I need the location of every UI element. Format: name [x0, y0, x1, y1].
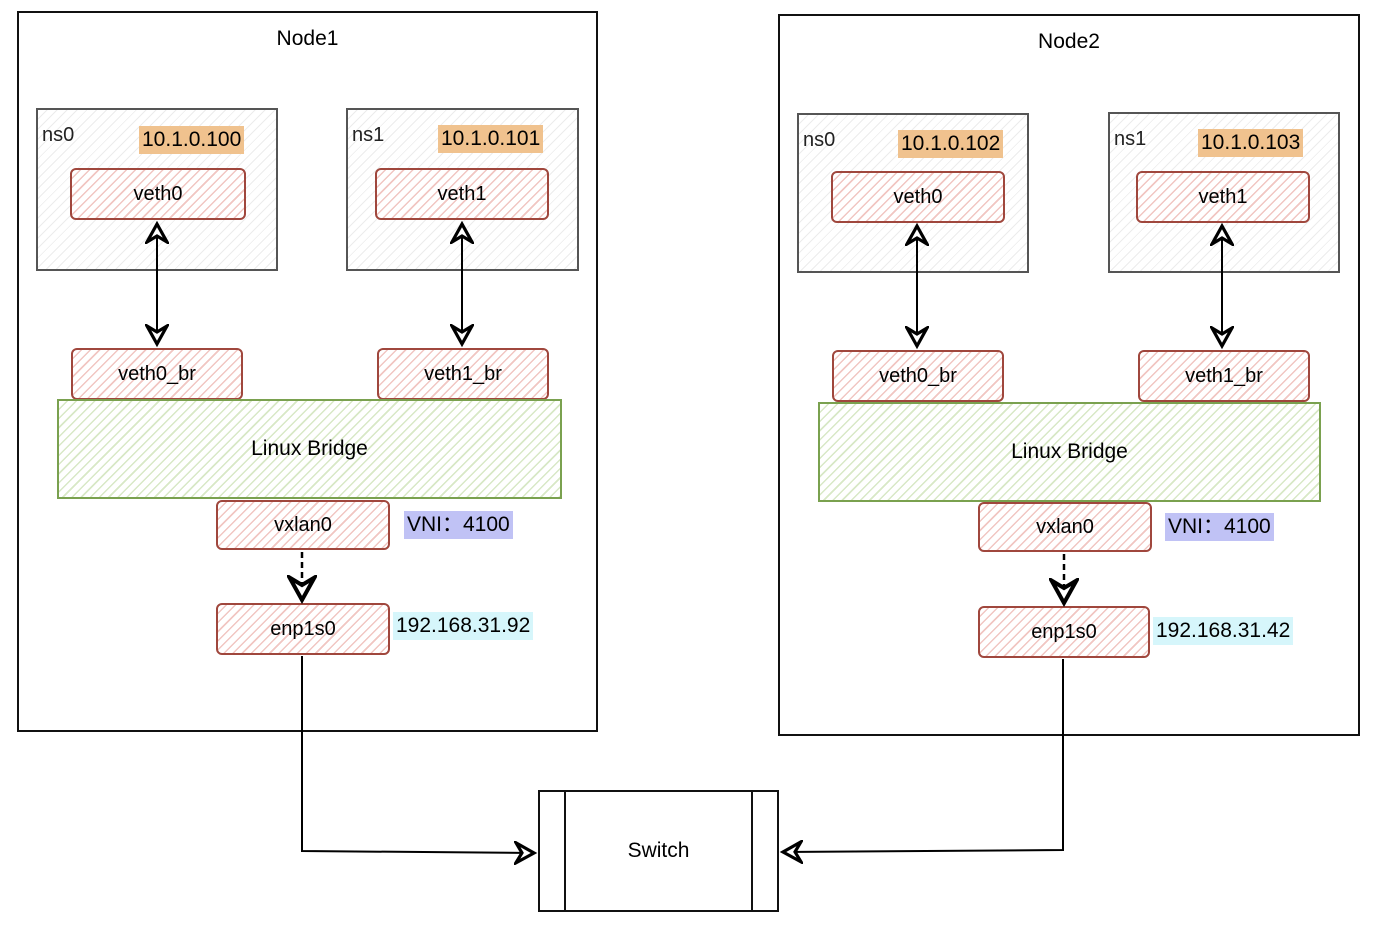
namespace-ip: 10.1.0.102 [898, 130, 1004, 158]
node-title: Node2 [1038, 30, 1100, 53]
namespace-ip: 10.1.0.101 [438, 125, 544, 153]
interface-veth0-br[interactable]: veth0_br [832, 350, 1004, 402]
interface-vxlan0[interactable]: vxlan0 [216, 500, 390, 550]
nic-ip: 192.168.31.92 [393, 612, 534, 640]
namespace-label: ns1 [352, 124, 385, 146]
namespace-ip: 10.1.0.103 [1198, 129, 1304, 157]
linux-bridge[interactable]: Linux Bridge [57, 399, 562, 499]
namespace-ip: 10.1.0.100 [139, 126, 245, 154]
interface-veth0[interactable]: veth0 [831, 171, 1005, 223]
interface-veth0[interactable]: veth0 [70, 168, 246, 220]
namespace-label: ns0 [803, 129, 836, 151]
vni-label: VNI：4100 [404, 511, 513, 539]
namespace-label: ns1 [1114, 128, 1147, 150]
namespace-label: ns0 [42, 124, 75, 146]
interface-enp1s0[interactable]: enp1s0 [978, 606, 1150, 658]
switch[interactable]: Switch [538, 790, 779, 912]
interface-veth1-br[interactable]: veth1_br [377, 348, 549, 400]
nic-ip: 192.168.31.42 [1153, 617, 1294, 645]
node-title: Node1 [276, 27, 339, 50]
interface-enp1s0[interactable]: enp1s0 [216, 603, 390, 655]
linux-bridge[interactable]: Linux Bridge [818, 402, 1321, 502]
vni-label: VNI：4100 [1165, 513, 1274, 541]
interface-veth1-br[interactable]: veth1_br [1138, 350, 1310, 402]
interface-veth0-br[interactable]: veth0_br [71, 348, 243, 400]
interface-veth1[interactable]: veth1 [375, 168, 549, 220]
interface-veth1[interactable]: veth1 [1136, 171, 1310, 223]
interface-vxlan0[interactable]: vxlan0 [978, 502, 1152, 552]
